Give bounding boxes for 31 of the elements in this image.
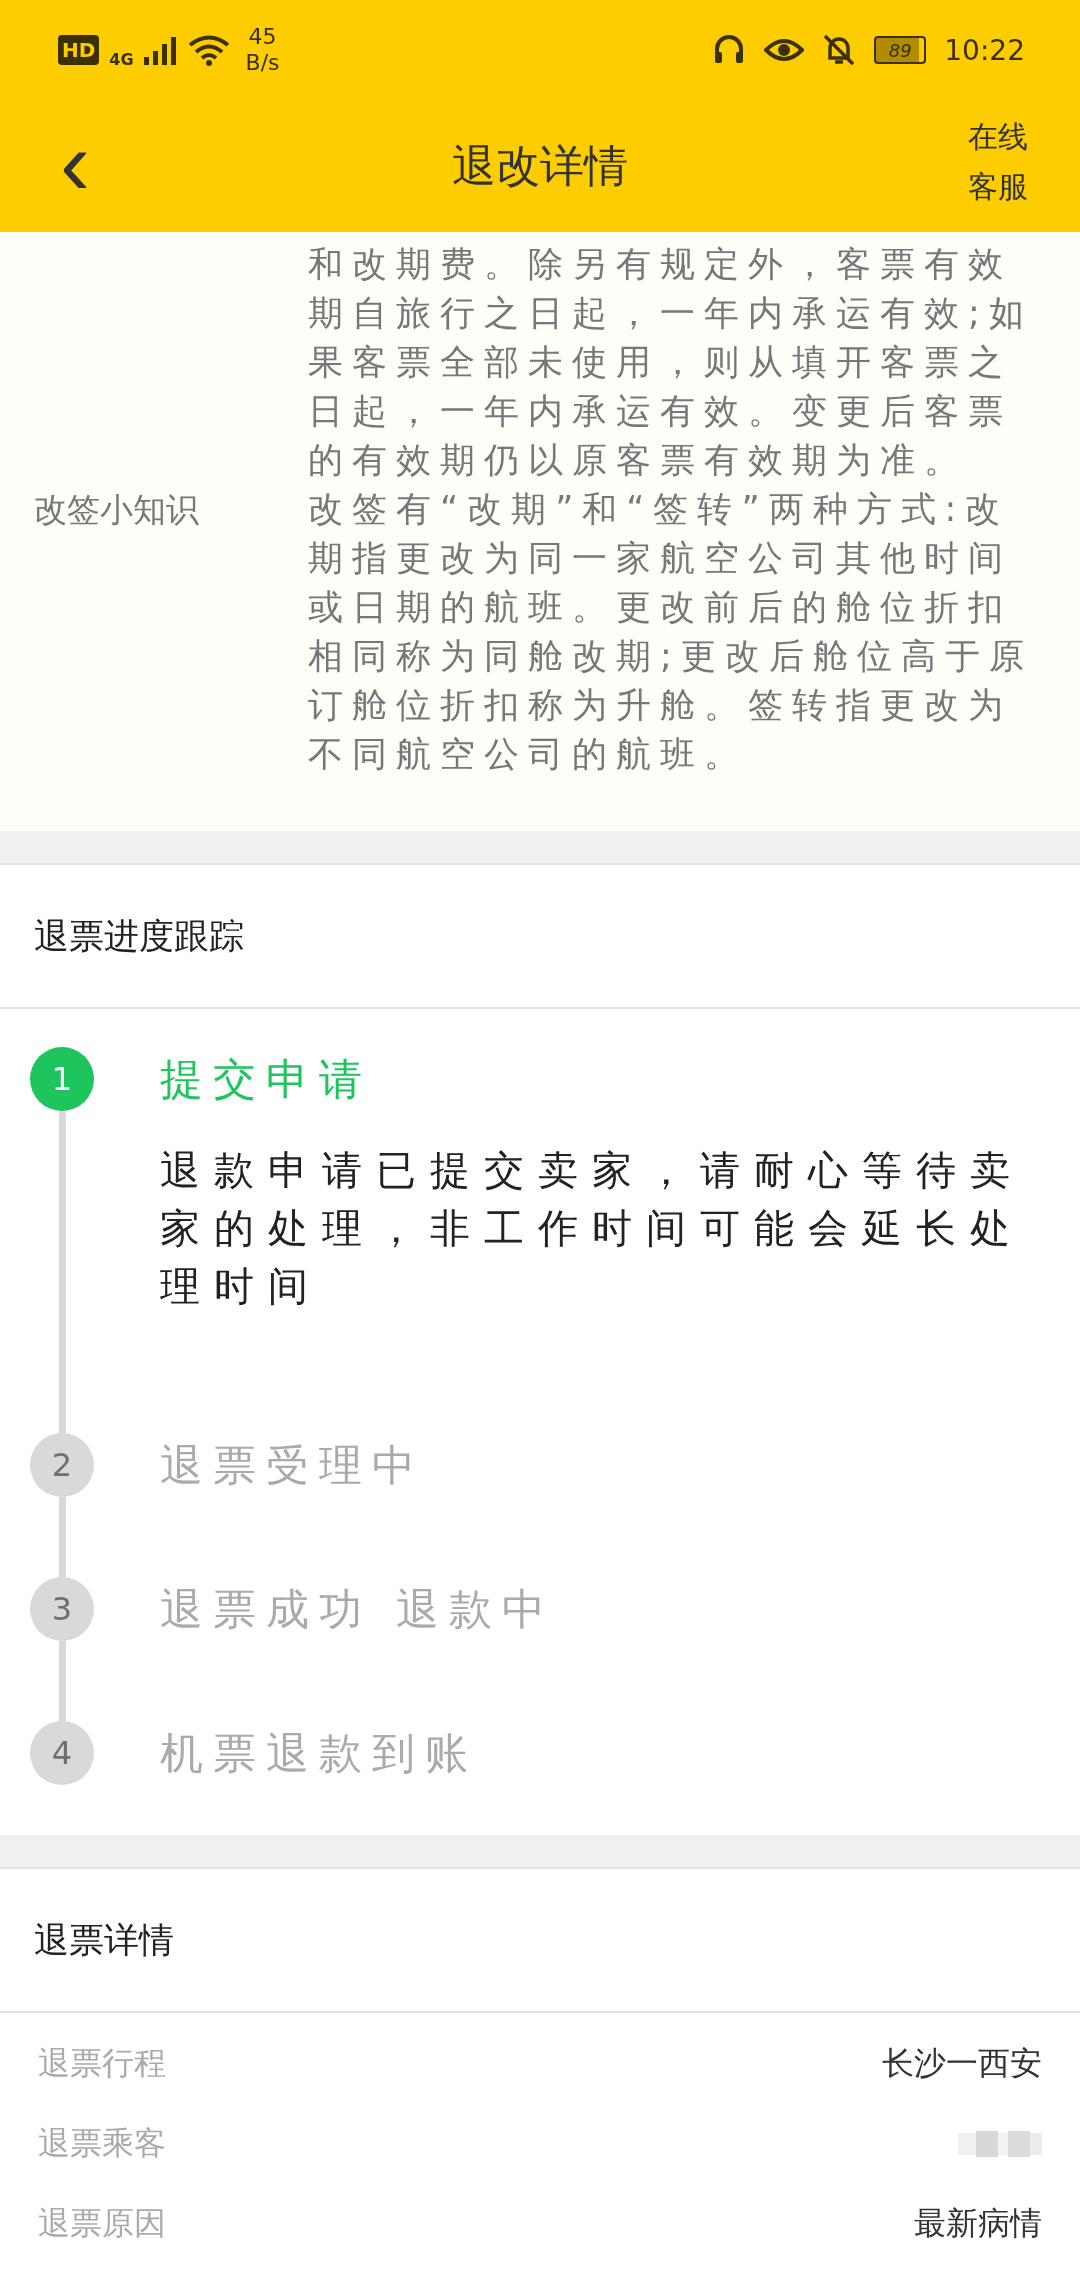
detail-value: 长沙一西安 xyxy=(882,2043,1042,2084)
detail-label: 退票行程 xyxy=(38,2043,166,2084)
step-number: 3 xyxy=(30,1577,94,1641)
wifi-icon xyxy=(187,34,230,66)
signal-icon xyxy=(143,35,178,65)
battery-icon: 89 xyxy=(874,36,927,64)
step-title: 退票成功 退款中 xyxy=(160,1583,555,1636)
step-description: 退款申请已提交卖家，请耐心等待卖家的处理，非工作时间可能会延长处理时间 xyxy=(160,1146,1025,1311)
detail-label: 退票乘客 xyxy=(38,2123,166,2164)
detail-label: 退票原因 xyxy=(38,2203,166,2244)
step-title: 提交申请 xyxy=(160,1053,373,1106)
speed-unit: B/s xyxy=(245,50,280,76)
step-number: 4 xyxy=(30,1721,94,1785)
online-service-button[interactable]: 在线 客服 xyxy=(968,112,1028,212)
step-title: 退票受理中 xyxy=(160,1439,425,1492)
hd-badge: HD xyxy=(58,35,100,65)
clock-time: 10:22 xyxy=(944,33,1025,67)
section-title: 退票进度跟踪 xyxy=(34,914,244,958)
rule-label: 改签小知识 xyxy=(34,490,199,529)
rule-text: 改签有“改期”和“签转”两种方式:改期指更改为同一家航空公司其他时间或日期的航班。更改前后的舱位折扣相同称为同舱改期;更改后舱位高于原订舱位折扣称为升舱。签转指更改为不同航空公司的航班。 xyxy=(308,488,1034,776)
bell-off-icon xyxy=(822,33,857,67)
detail-value: 最新病情 xyxy=(914,2203,1042,2244)
step-number: 1 xyxy=(30,1047,94,1111)
back-button[interactable]: ‹ xyxy=(50,118,100,208)
section-title: 退票详情 xyxy=(34,1918,174,1962)
speed-value: 45 xyxy=(248,24,277,50)
step-title: 机票退款到账 xyxy=(160,1727,478,1780)
rule-text: 和改期费。除另有规定外，客票有效期自旅行之日起，一年内承运有效;如果客票全部未使用，则从填开客票之日起，一年内承运有效。变更后客票的有效期仍以原客票有效期为准。 xyxy=(308,243,1034,482)
step-number: 2 xyxy=(30,1433,94,1497)
page-title: 退改详情 xyxy=(452,138,628,193)
network-type: 4G xyxy=(109,50,134,69)
